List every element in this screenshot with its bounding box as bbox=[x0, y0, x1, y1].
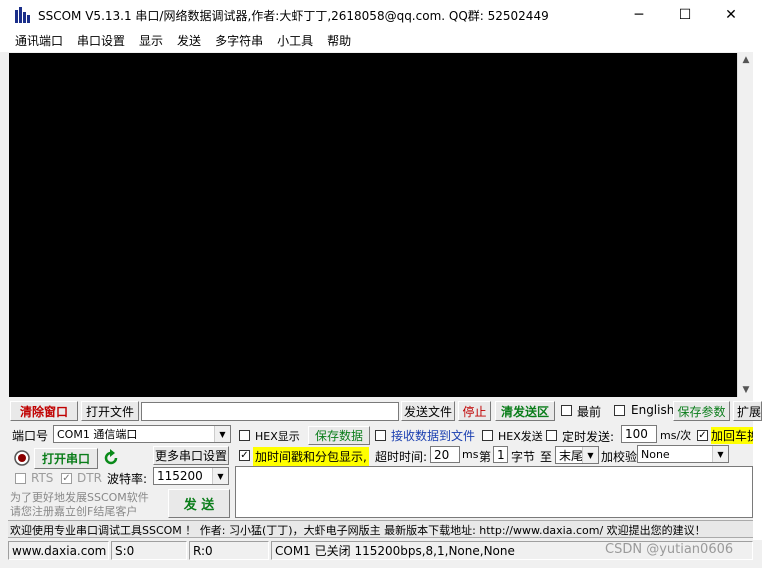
timed-send-label: 定时发送: bbox=[562, 430, 615, 444]
marquee-text: 欢迎使用专业串口调试工具SSCOM ！ 作者: 习小猛(丁丁)，大虾电子网版主 … bbox=[10, 524, 706, 537]
open-port-button[interactable]: 打开串口 bbox=[34, 448, 98, 469]
chevron-down-icon[interactable]: ▼ bbox=[582, 447, 598, 463]
marquee-bar: 欢迎使用专业串口调试工具SSCOM ！ 作者: 习小猛(丁丁)，大虾电子网版主 … bbox=[8, 520, 753, 538]
hex-display-label: HEX显示 bbox=[255, 430, 300, 443]
open-file-button[interactable]: 打开文件 bbox=[81, 401, 139, 421]
port-status-icon bbox=[14, 450, 30, 466]
nth-label: 第 bbox=[479, 450, 492, 464]
minimize-button[interactable]: ─ bbox=[616, 0, 662, 30]
file-path-input[interactable] bbox=[141, 402, 399, 421]
clear-window-button[interactable]: 清除窗口 bbox=[10, 401, 78, 421]
chevron-down-icon[interactable]: ▼ bbox=[212, 468, 228, 484]
scroll-up-icon[interactable]: ▲ bbox=[738, 53, 754, 67]
refresh-icon[interactable] bbox=[102, 449, 120, 467]
dtr-checkbox[interactable]: ✓ bbox=[61, 473, 72, 484]
window-title: SSCOM V5.13.1 串口/网络数据调试器,作者:大虾丁丁,2618058… bbox=[38, 9, 549, 23]
port-select[interactable]: COM1 通信端口 ▼ bbox=[53, 425, 231, 443]
menu-multi-string[interactable]: 多字符串 bbox=[208, 31, 270, 51]
hex-send-label: HEX发送 bbox=[498, 430, 543, 443]
timeout-unit: ms bbox=[462, 448, 479, 461]
menu-display[interactable]: 显示 bbox=[132, 31, 170, 51]
baud-select[interactable]: 115200 ▼ bbox=[153, 467, 229, 485]
status-website[interactable]: www.daxia.com bbox=[8, 541, 109, 560]
more-port-settings-button[interactable]: 更多串口设置 bbox=[153, 446, 229, 465]
title-bar: SSCOM V5.13.1 串口/网络数据调试器,作者:大虾丁丁,2618058… bbox=[0, 0, 762, 30]
checksum-select-value: None bbox=[641, 447, 670, 461]
menu-tools[interactable]: 小工具 bbox=[270, 31, 320, 51]
end-select-value: 末尾 bbox=[559, 448, 584, 463]
send-button[interactable]: 发 送 bbox=[168, 489, 230, 518]
clear-send-button[interactable]: 清发送区 bbox=[495, 401, 555, 421]
topmost-label: 最前 bbox=[577, 405, 602, 419]
nth-input[interactable]: 1 bbox=[493, 446, 508, 463]
status-bar: www.daxia.com S:0 R:0 COM1 已关闭 115200bps… bbox=[8, 541, 753, 561]
dtr-label: DTR bbox=[77, 471, 102, 485]
status-received-count: R:0 bbox=[189, 541, 269, 560]
receive-display[interactable] bbox=[9, 53, 737, 397]
close-button[interactable]: ✕ bbox=[708, 0, 754, 30]
timeout-input[interactable]: 20 bbox=[430, 446, 460, 463]
scroll-down-icon[interactable]: ▼ bbox=[738, 383, 754, 397]
checksum-select[interactable]: None ▼ bbox=[637, 445, 729, 463]
recv-to-file-label: 接收数据到文件 bbox=[391, 429, 476, 443]
chevron-down-icon[interactable]: ▼ bbox=[712, 446, 728, 462]
stop-button[interactable]: 停止 bbox=[458, 401, 491, 421]
hex-send-checkbox[interactable] bbox=[482, 430, 493, 441]
save-params-button[interactable]: 保存参数 bbox=[673, 401, 730, 421]
port-label: 端口号 bbox=[12, 429, 49, 443]
window-edge bbox=[753, 30, 762, 540]
rts-label: RTS bbox=[31, 471, 54, 485]
english-checkbox[interactable] bbox=[614, 405, 625, 416]
port-select-value: COM1 通信端口 bbox=[57, 428, 138, 441]
menu-serial-settings[interactable]: 串口设置 bbox=[70, 31, 132, 51]
hex-display-checkbox[interactable] bbox=[239, 430, 250, 441]
timeout-label: 超时时间: bbox=[375, 450, 428, 464]
add-crlf-label: 加回车换行 bbox=[711, 427, 753, 444]
timed-send-checkbox[interactable] bbox=[546, 430, 557, 441]
sscom-app-icon bbox=[14, 7, 32, 23]
rts-checkbox[interactable] bbox=[15, 473, 26, 484]
chevron-down-icon[interactable]: ▼ bbox=[214, 426, 230, 442]
status-sent-count: S:0 bbox=[111, 541, 187, 560]
add-crlf-checkbox[interactable]: ✓ bbox=[697, 430, 708, 441]
send-file-button[interactable]: 发送文件 bbox=[401, 401, 455, 421]
interval-input[interactable]: 100 bbox=[621, 425, 657, 443]
menu-help[interactable]: 帮助 bbox=[320, 31, 358, 51]
expand-button[interactable]: 扩展 bbox=[733, 401, 762, 421]
baud-label: 波特率: bbox=[107, 472, 148, 486]
maximize-button[interactable]: ☐ bbox=[662, 0, 708, 30]
baud-select-value: 115200 bbox=[157, 469, 203, 483]
save-data-button[interactable]: 保存数据 bbox=[308, 426, 370, 445]
receive-scrollbar[interactable]: ▲ ▼ bbox=[737, 53, 753, 397]
end-select[interactable]: 末尾 ▼ bbox=[555, 446, 599, 464]
promo-line-2[interactable]: 请您注册嘉立创F结尾客户 bbox=[10, 503, 137, 519]
to-label: 至 bbox=[540, 450, 553, 464]
send-input[interactable] bbox=[235, 466, 753, 518]
english-label: English bbox=[631, 403, 675, 417]
watermark-text: CSDN @yutian0606 bbox=[605, 542, 734, 557]
interval-unit: ms/次 bbox=[660, 429, 692, 442]
add-timestamp-label: 加时间戳和分包显示, bbox=[253, 447, 369, 466]
menu-send[interactable]: 发送 bbox=[170, 31, 208, 51]
add-timestamp-checkbox[interactable]: ✓ bbox=[239, 450, 250, 461]
menu-bar: 通讯端口 串口设置 显示 发送 多字符串 小工具 帮助 bbox=[0, 30, 762, 52]
checksum-label: 加校验 bbox=[601, 450, 638, 464]
byte-label: 字节 bbox=[511, 450, 536, 464]
recv-to-file-checkbox[interactable] bbox=[375, 430, 386, 441]
topmost-checkbox[interactable] bbox=[561, 405, 572, 416]
menu-comm-port[interactable]: 通讯端口 bbox=[8, 31, 70, 51]
